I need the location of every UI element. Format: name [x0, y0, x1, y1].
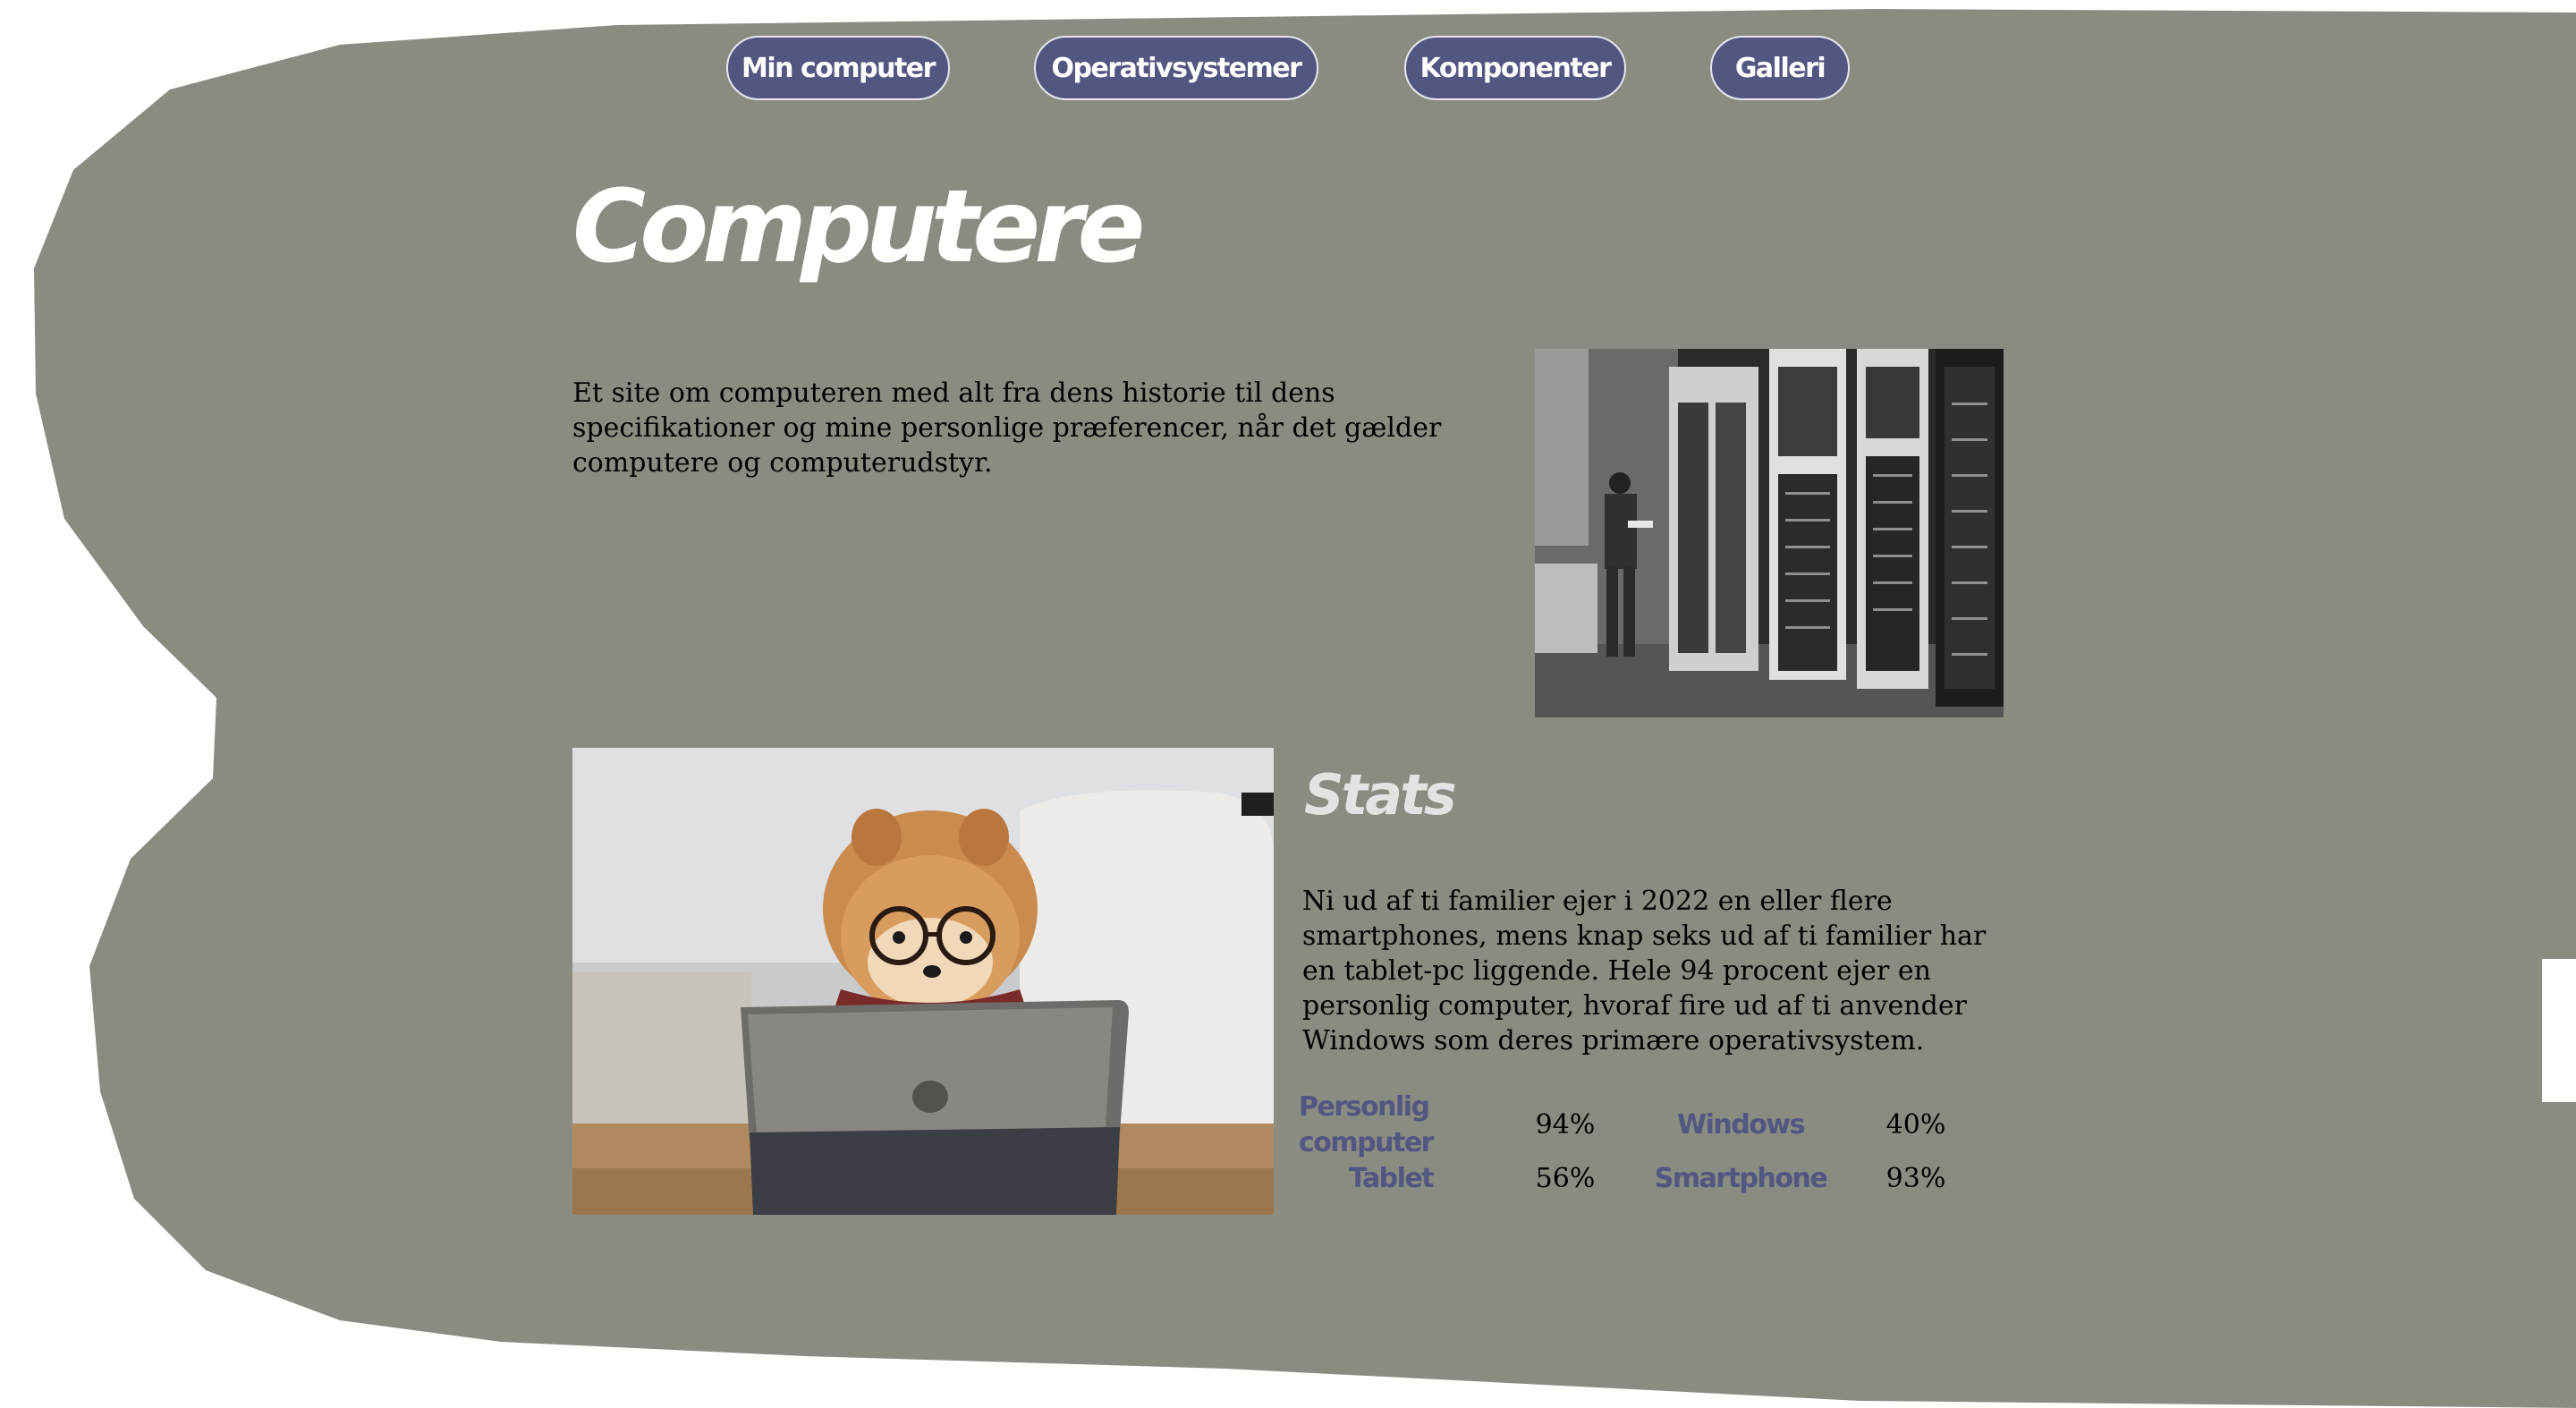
- background-blob: [34, 9, 2576, 1408]
- nav-min-computer-button[interactable]: Min computer: [726, 36, 950, 100]
- stat-label-tablet: Tablet: [1348, 1163, 1435, 1194]
- stat-value-windows: 40%: [1885, 1109, 1946, 1141]
- edge-tab: [2542, 959, 2576, 1102]
- stat-label-windows: Windows: [1677, 1109, 1805, 1141]
- stat-label-smartphone: Smartphone: [1654, 1163, 1828, 1194]
- stat-value-smartphone: 93%: [1885, 1163, 1946, 1194]
- dog-tablet-photo: [572, 748, 1274, 1215]
- main-nav: Min computer Operativsystemer Komponente…: [0, 36, 2576, 104]
- stats-paragraph: Ni ud af ti familier ejer i 2022 en elle…: [1302, 886, 1987, 1056]
- nav-galleri-button[interactable]: Galleri: [1710, 36, 1850, 100]
- page: Min computer Operativsystemer Komponente…: [0, 0, 2576, 1408]
- stats-heading: Stats: [1304, 762, 1457, 827]
- stat-value-personlig-computer: 94%: [1535, 1109, 1596, 1141]
- page-title: Computere: [572, 169, 1145, 285]
- background-blob-shape: [34, 9, 2576, 1408]
- dog-tablet-photo-illustration: [572, 748, 1274, 1215]
- stat-value-tablet: 56%: [1535, 1163, 1596, 1194]
- nav-komponenter-button[interactable]: Komponenter: [1404, 36, 1626, 100]
- nav-operativsystemer-button[interactable]: Operativsystemer: [1034, 36, 1318, 100]
- intro-paragraph: Et site om computeren med alt fra dens h…: [572, 377, 1442, 479]
- mainframe-photo-illustration: [1535, 349, 2004, 717]
- stat-label-personlig-computer: Personlig computer: [1299, 1091, 1434, 1158]
- mainframe-photo: [1535, 349, 2004, 717]
